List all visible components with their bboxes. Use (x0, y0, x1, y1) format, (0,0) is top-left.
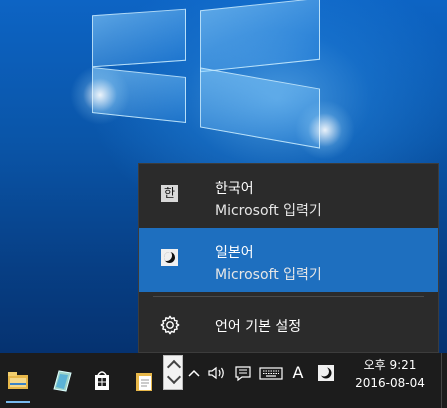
japanese-ime-icon (318, 365, 334, 381)
store-button[interactable] (84, 361, 120, 401)
language-preferences-item[interactable]: 언어 기본 설정 (139, 300, 438, 350)
active-indicator (6, 401, 30, 403)
gear-icon (160, 315, 180, 335)
language-item-japanese[interactable]: 일본어 Microsoft 입력기 (139, 228, 438, 292)
wallpaper-pane (200, 0, 320, 73)
clock-time: 오후 9:21 (363, 358, 417, 372)
language-name: 일본어 (215, 245, 254, 261)
document-app-button[interactable] (126, 361, 162, 401)
tablet-app-button[interactable] (42, 361, 78, 401)
ime-name: Microsoft 입력기 (215, 267, 322, 283)
wallpaper-glow (295, 100, 355, 160)
ime-language-button[interactable] (316, 362, 336, 384)
clock-date: 2016-08-04 (355, 376, 425, 390)
clock[interactable]: 오후 9:21 2016-08-04 (350, 356, 430, 392)
chevron-down-icon (166, 369, 182, 385)
show-hidden-icons-button[interactable] (186, 362, 202, 384)
speaker-icon (208, 366, 224, 380)
wallpaper-glow (70, 65, 130, 125)
action-center-button[interactable] (233, 362, 253, 384)
korean-ime-icon: 한 (161, 185, 178, 202)
document-folder-icon (136, 373, 152, 391)
tablet-icon (53, 370, 72, 392)
ime-name: Microsoft 입력기 (215, 203, 322, 219)
chevron-up-icon (188, 369, 200, 377)
folder-icon (8, 372, 28, 389)
touch-keyboard-button[interactable] (258, 362, 284, 384)
menu-divider (153, 296, 424, 297)
input-mode-indicator[interactable]: A (289, 362, 307, 384)
language-menu: 한 한국어 Microsoft 입력기 일본어 Microsoft 입력기 언어… (138, 163, 439, 353)
volume-button[interactable] (206, 362, 228, 384)
taskbar-scroll-button[interactable] (163, 355, 183, 390)
language-name: 한국어 (215, 181, 254, 197)
notification-icon (235, 366, 251, 382)
language-preferences-label: 언어 기본 설정 (215, 319, 302, 335)
store-icon (95, 371, 109, 390)
show-desktop-button[interactable] (441, 353, 442, 408)
file-explorer-button[interactable] (0, 361, 36, 403)
wallpaper-pane (92, 8, 186, 68)
keyboard-icon (259, 367, 283, 380)
japanese-ime-icon (161, 249, 178, 266)
language-item-korean[interactable]: 한 한국어 Microsoft 입력기 (139, 164, 438, 228)
